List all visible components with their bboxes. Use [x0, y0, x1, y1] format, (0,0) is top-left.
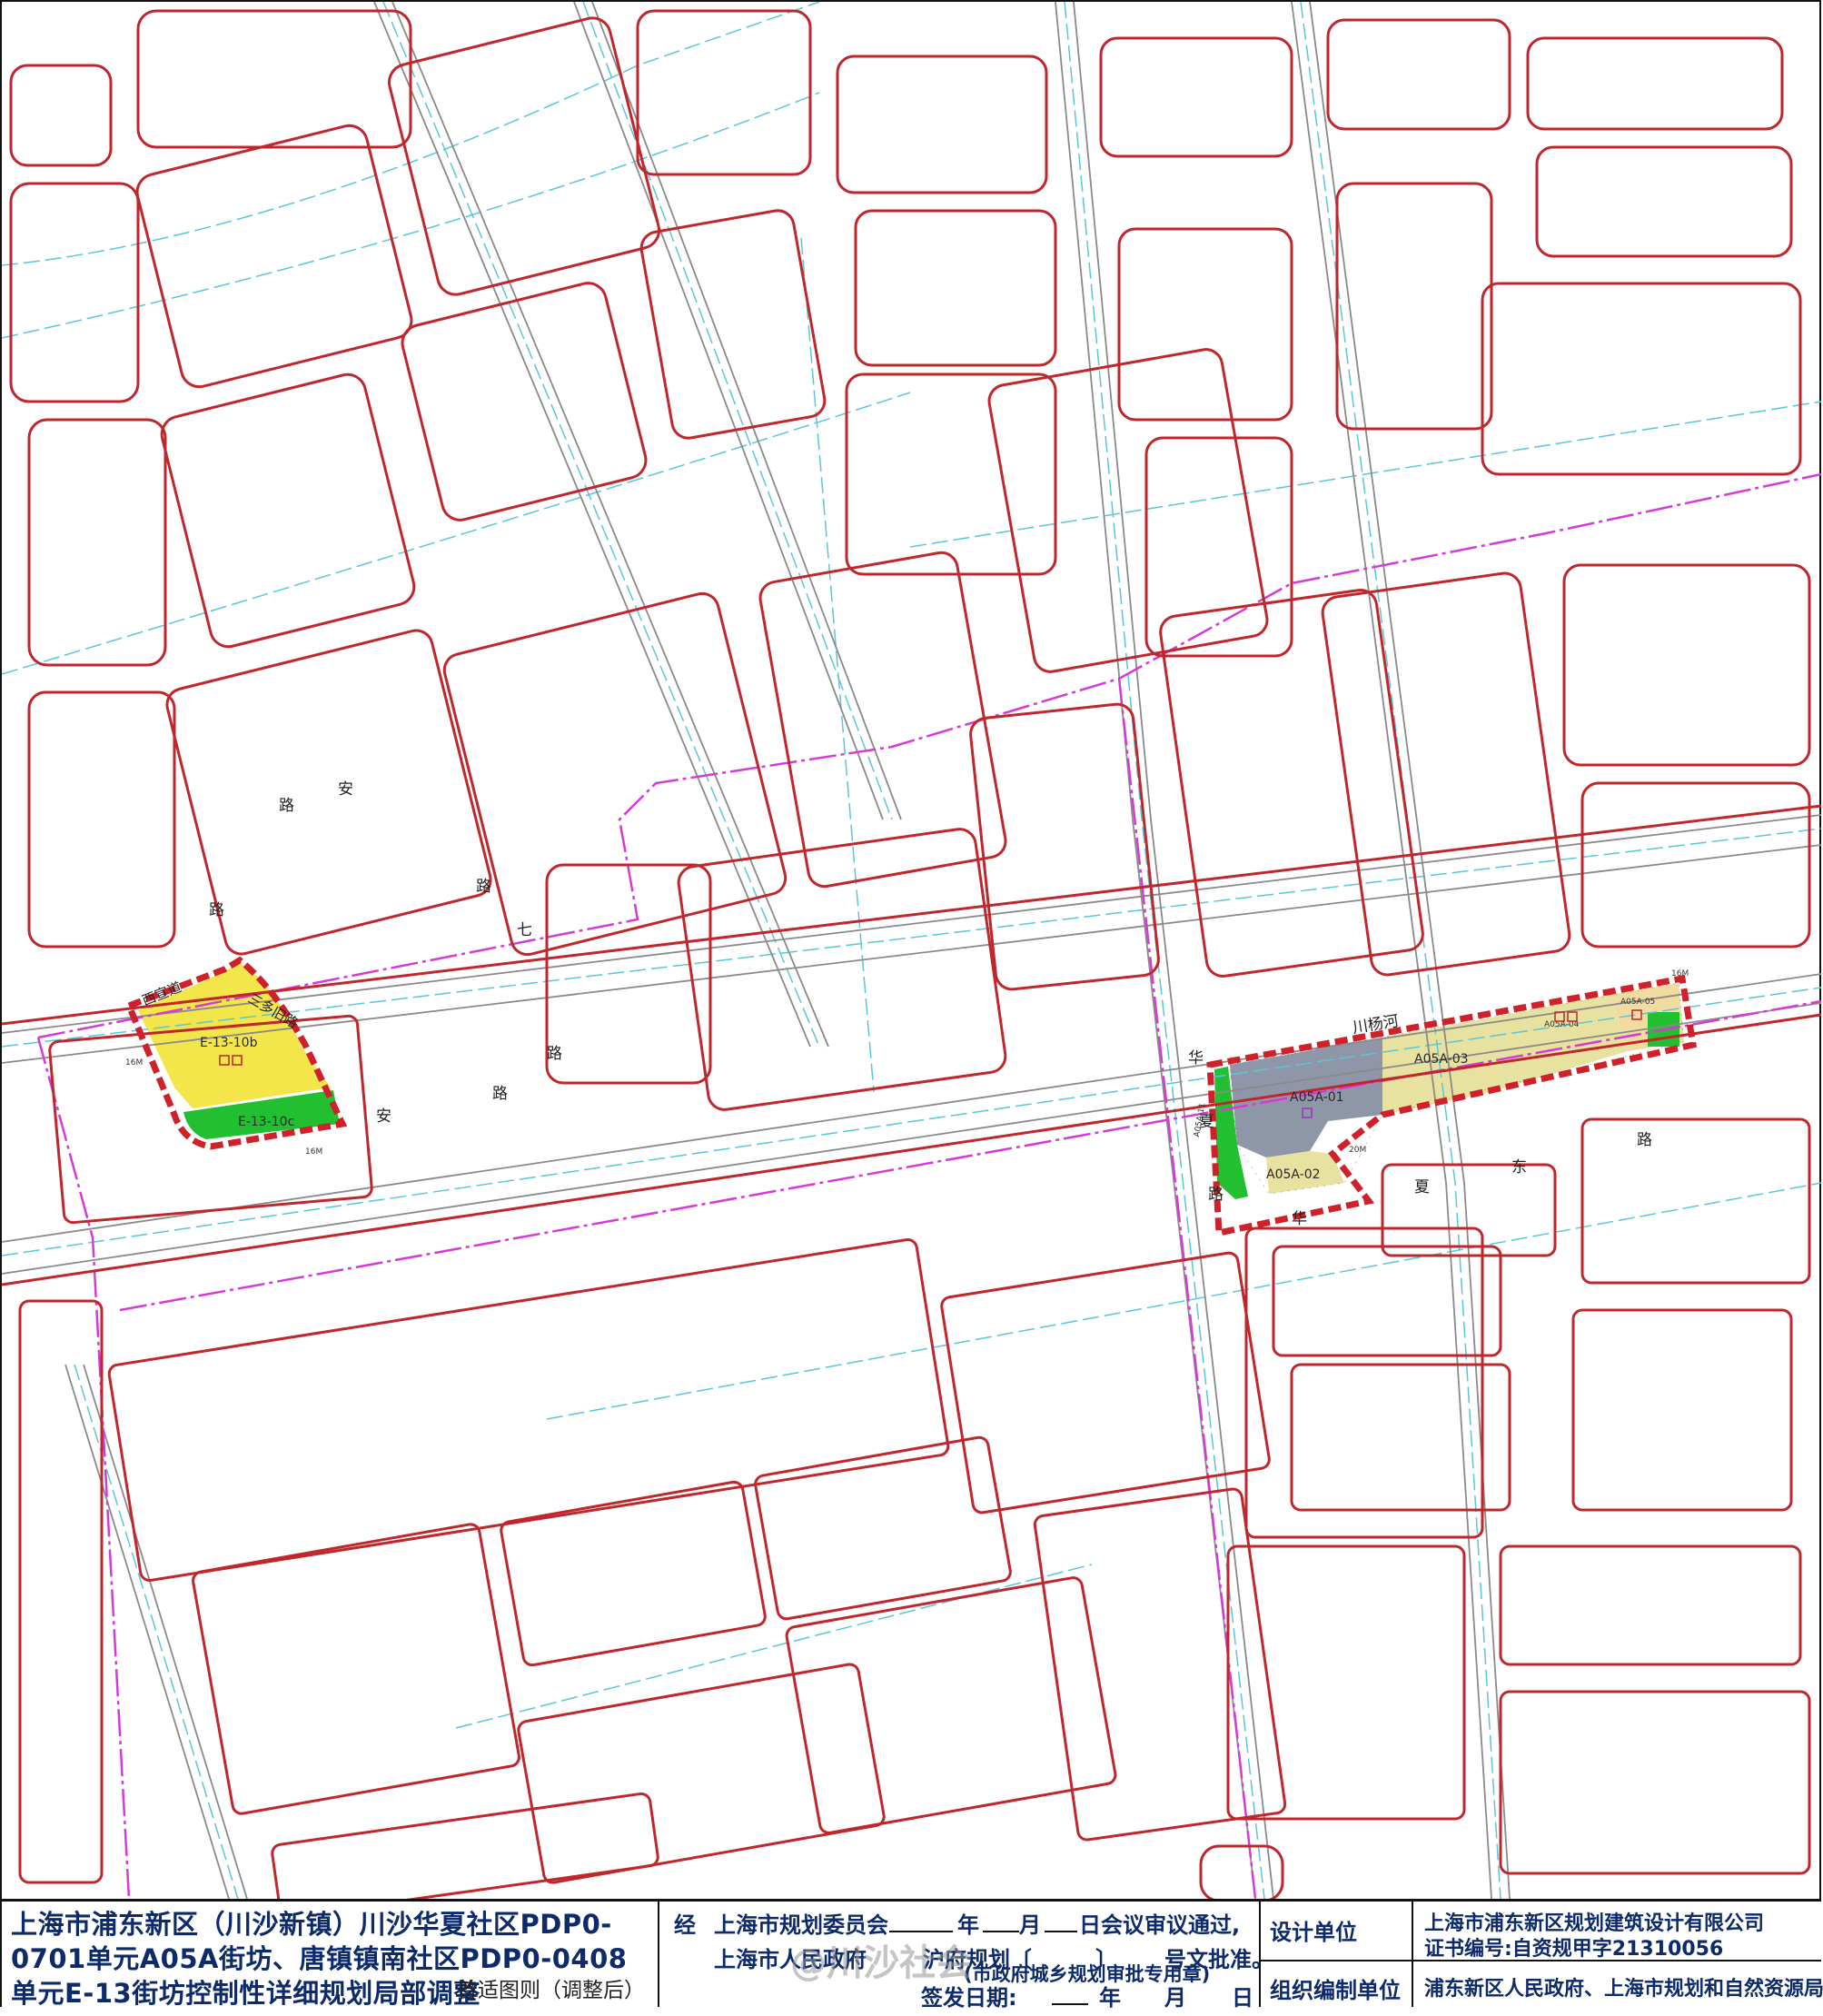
- approval-cell: 经 上海市规划委员会 年 月 日会议审议通过, 上海市人民政府 沪府规划〔 〕 …: [659, 1902, 1273, 2011]
- sign-date-month: 月: [1164, 1985, 1186, 2011]
- road-labels: 路 路 安 路 七 路 路 安 川杨河 华 夏 路 夏 东 路 华 西宣道 三多…: [140, 780, 1652, 1228]
- approval-jing: 经: [674, 1912, 696, 1938]
- blank-line: [983, 1931, 1019, 1932]
- road-label: 路: [1208, 1186, 1224, 1204]
- approval-month: 月: [1019, 1912, 1041, 1938]
- approval-year: 年: [957, 1912, 979, 1938]
- unit-label-cell: 设计单位 组织编制单位: [1261, 1902, 1413, 2007]
- parcel-label: A05A-02: [1266, 1167, 1321, 1182]
- approval-day: 日会议审议通过,: [1079, 1912, 1241, 1938]
- plan-subtitle: 普适图则（调整后）: [457, 1979, 645, 2002]
- approval-committee: 上海市规划委员会: [714, 1912, 888, 1938]
- regulatory-plan-map: 路 路 安 路 七 路 路 安 川杨河 华 夏 路 夏 东 路 华 西宣道 三多…: [2, 2, 1821, 1899]
- sign-date-day: 日: [1232, 1985, 1253, 2011]
- parcel-label: A05A-03: [1414, 1052, 1469, 1067]
- org-unit-label: 组织编制单位: [1270, 1978, 1401, 2003]
- road-label: 路: [1637, 1131, 1652, 1149]
- approval-government: 上海市人民政府: [714, 1947, 867, 1972]
- road-edge-lines: [2, 2, 1821, 1899]
- title-block: 上海市浦东新区（川沙新镇）川沙华夏社区PDP0-0701单元A05A街坊、唐镇镇…: [2, 1899, 1823, 2011]
- blank-line: [889, 1931, 953, 1932]
- road-label: 东: [1511, 1158, 1527, 1177]
- road-label: 路: [476, 878, 491, 896]
- road-label: 华: [1188, 1049, 1204, 1068]
- road-label: 路: [547, 1045, 562, 1063]
- road-label: 夏: [1414, 1178, 1430, 1197]
- width-label: 16M: [305, 1147, 322, 1157]
- blank-line: [1045, 1931, 1077, 1932]
- org-unit-value: 浦东新区人民政府、上海市规划和自然资源局: [1424, 1978, 1823, 2001]
- design-unit-label: 设计单位: [1270, 1920, 1357, 1945]
- width-label: 16M: [1671, 969, 1689, 978]
- road-label: 安: [376, 1107, 391, 1126]
- parcel-label: A05A-01: [1290, 1090, 1344, 1105]
- road-label: 路: [492, 1085, 508, 1103]
- title-cell: 上海市浦东新区（川沙新镇）川沙华夏社区PDP0-0701单元A05A街坊、唐镇镇…: [2, 1902, 659, 2009]
- sign-date-label: 签发日期:: [921, 1985, 1017, 2011]
- width-label: 16M: [125, 1058, 143, 1068]
- road-label: 路: [209, 901, 224, 919]
- road-label: 路: [279, 797, 294, 815]
- road-center-lines: [2, 2, 1821, 1899]
- road-label: 华: [1292, 1210, 1307, 1228]
- parcel-label: A05A-05: [1620, 998, 1655, 1007]
- sign-date-year: 年: [1099, 1985, 1121, 2011]
- blank-line: [1052, 2003, 1088, 2005]
- road-label: 安: [338, 780, 353, 799]
- parcel-label: E-13-10b: [200, 1036, 258, 1050]
- block-outlines: [2, 9, 1821, 1899]
- parcel-label: E-13-10c: [238, 1115, 294, 1129]
- width-label: 20M: [1349, 1146, 1366, 1155]
- cert-number: 证书编号:自资规甲字21310056: [1424, 1938, 1724, 1961]
- road-label: 七: [517, 921, 532, 939]
